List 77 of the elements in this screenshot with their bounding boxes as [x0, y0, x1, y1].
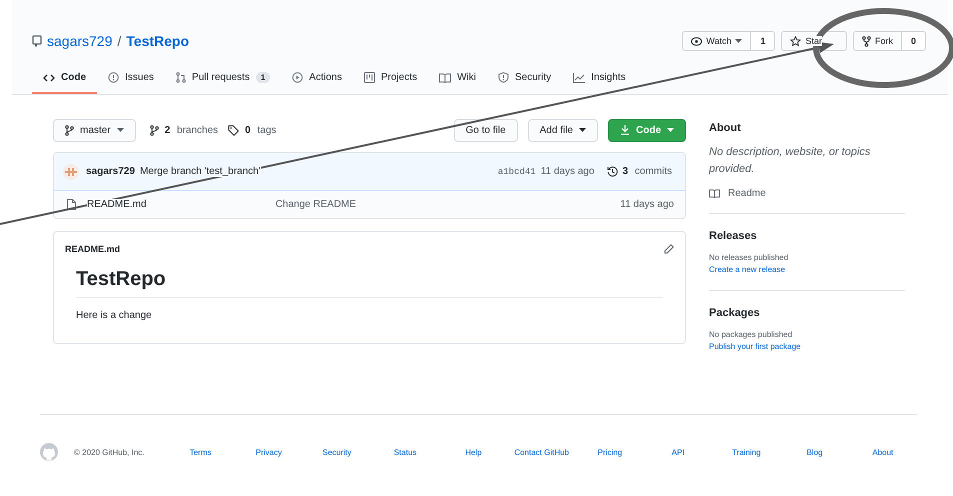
about-description: No description, website, or topics provided.	[709, 145, 872, 177]
file-name-link[interactable]: README.md	[87, 199, 146, 210]
readme-filename: README.md	[65, 244, 120, 254]
nav-tab[interactable]: Projects	[352, 72, 428, 94]
caret-icon	[579, 128, 586, 132]
create-release-link[interactable]: Create a new release	[709, 264, 905, 276]
path-separator: /	[117, 33, 122, 49]
footer-link[interactable]: Contact GitHub	[508, 448, 576, 456]
watch-button[interactable]: Watch	[682, 31, 752, 51]
commit-author-link[interactable]: sagars729	[86, 166, 135, 177]
nav-tab[interactable]: Pull requests 1	[164, 72, 282, 94]
pencil-icon[interactable]	[664, 244, 674, 254]
count-badge: 1	[256, 72, 270, 83]
graph-icon	[573, 72, 586, 82]
nav-tab[interactable]: Issues	[97, 72, 165, 94]
about-title: About	[709, 122, 742, 134]
caret-icon	[667, 128, 674, 132]
shield-icon	[498, 72, 509, 83]
file-icon	[67, 199, 76, 210]
tag-icon	[228, 124, 240, 136]
play-icon	[292, 72, 304, 83]
star-icon	[790, 36, 802, 46]
social-count[interactable]: 1	[751, 31, 776, 51]
repo-owner-link[interactable]: sagars729	[47, 33, 112, 49]
book-icon	[439, 72, 452, 82]
readme-heading: TestRepo	[76, 268, 663, 298]
go-to-file-button[interactable]: Go to file	[454, 118, 518, 142]
nav-tab[interactable]: Wiki	[428, 72, 487, 94]
code-icon	[43, 74, 55, 82]
branches-link[interactable]: 2 branches	[150, 124, 218, 136]
footer-link[interactable]: Status	[371, 448, 440, 456]
footer-link[interactable]: Terms	[166, 448, 235, 456]
nav-tab[interactable]: Code	[32, 72, 97, 94]
packages-title: Packages	[709, 307, 761, 319]
fork-button[interactable]: Fork	[852, 31, 902, 51]
footer-link[interactable]: Pricing	[576, 448, 644, 456]
publish-package-link[interactable]: Publish your first package	[709, 341, 905, 353]
board-icon	[364, 72, 375, 83]
footer-link[interactable]: Training	[712, 448, 780, 456]
branch-icon	[150, 124, 159, 136]
branch-button[interactable]: master	[53, 118, 136, 142]
releases-title: Releases	[709, 230, 758, 242]
repo-name-link[interactable]: TestRepo	[126, 33, 190, 49]
commit-time: 11 days ago	[540, 166, 594, 177]
branch-icon	[65, 124, 74, 136]
packages-text: No packages published	[709, 329, 794, 341]
fork-icon	[862, 36, 871, 46]
footer-link[interactable]: Security	[302, 448, 372, 456]
footer-link[interactable]: Privacy	[234, 448, 303, 456]
readme-link[interactable]: Readme	[709, 188, 905, 199]
book-icon	[709, 189, 720, 198]
copyright-text: © 2020 GitHub, Inc.	[74, 448, 144, 456]
avatar-icon	[63, 164, 79, 180]
file-commit-message[interactable]: Change README	[275, 199, 356, 210]
caret-icon	[116, 128, 124, 132]
nav-tab[interactable]: Actions	[281, 72, 353, 94]
add-file-button[interactable]: Add file	[528, 118, 598, 142]
footer-link[interactable]: Blog	[780, 448, 849, 456]
history-icon	[607, 166, 618, 177]
download-icon	[620, 125, 630, 135]
releases-text: No releases published	[709, 252, 790, 264]
commit-message-link[interactable]: Merge branch 'test_branch'	[140, 166, 260, 177]
nav-tab[interactable]: Security	[486, 72, 562, 94]
pull-request-icon	[176, 72, 186, 83]
readme-text: Here is a change	[76, 310, 153, 321]
nav-tab[interactable]: Insights	[562, 72, 637, 94]
social-count[interactable]: 0	[902, 31, 926, 51]
commit-sha-link[interactable]: a1bcd41	[498, 166, 536, 176]
file-time: 11 days ago	[620, 199, 674, 210]
issue-icon	[108, 72, 119, 83]
eye-icon	[691, 36, 702, 46]
footer-link[interactable]: About	[848, 448, 917, 456]
footer-link[interactable]: API	[644, 448, 712, 456]
footer-link[interactable]: Help	[439, 448, 508, 456]
tags-link[interactable]: 0 tags	[228, 124, 276, 136]
repo-icon	[32, 35, 42, 47]
commits-link[interactable]: 3 commits	[607, 166, 672, 177]
